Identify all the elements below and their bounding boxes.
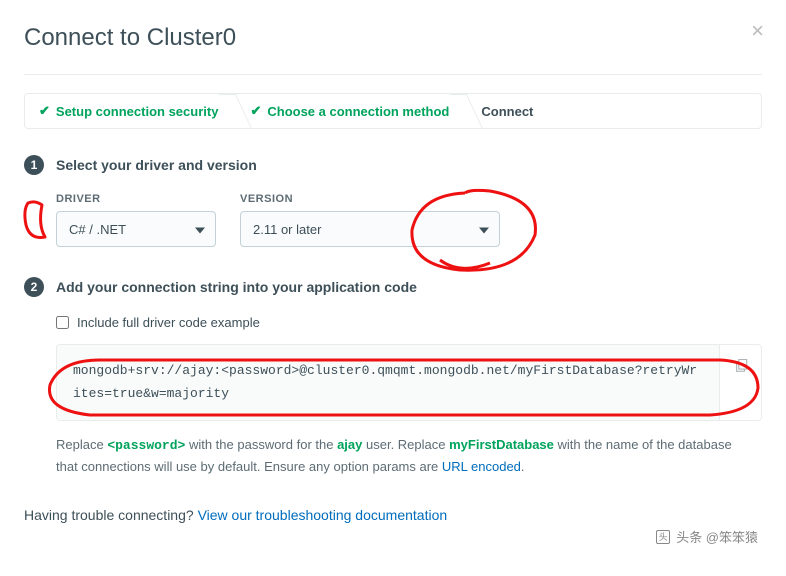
chevron-down-icon bbox=[479, 222, 489, 237]
driver-field: DRIVER C# / .NET bbox=[56, 193, 216, 247]
breadcrumb-step-security[interactable]: ✔ Setup connection security bbox=[25, 94, 236, 128]
watermark-logo-icon: 头 bbox=[656, 530, 670, 544]
step-1-header: 1 Select your driver and version bbox=[24, 155, 762, 175]
connection-string-container: mongodb+srv://ajay:<password>@cluster0.q… bbox=[56, 344, 762, 421]
include-driver-code-label: Include full driver code example bbox=[77, 315, 260, 330]
step-title: Select your driver and version bbox=[56, 157, 257, 173]
breadcrumb-label: Choose a connection method bbox=[267, 104, 449, 119]
step-number-badge: 2 bbox=[24, 277, 44, 297]
driver-value: C# / .NET bbox=[69, 222, 126, 237]
close-icon[interactable]: × bbox=[751, 18, 764, 44]
include-driver-code-checkbox[interactable] bbox=[56, 316, 69, 329]
trouble-label: Having trouble connecting? bbox=[24, 507, 198, 523]
connect-modal: × Connect to Cluster0 ✔ Setup connection… bbox=[0, 0, 786, 547]
chevron-down-icon bbox=[195, 222, 205, 237]
trouble-row: Having trouble connecting? View our trou… bbox=[24, 507, 762, 523]
driver-select[interactable]: C# / .NET bbox=[56, 211, 216, 247]
troubleshooting-link[interactable]: View our troubleshooting documentation bbox=[198, 507, 448, 523]
version-field: VERSION 2.11 or later bbox=[240, 193, 500, 247]
check-icon: ✔ bbox=[39, 103, 50, 119]
url-encoded-link[interactable]: URL encoded bbox=[442, 459, 521, 474]
watermark: 头 头条 @笨笨猿 bbox=[656, 527, 758, 546]
step-number-badge: 1 bbox=[24, 155, 44, 175]
step-2-header: 2 Add your connection string into your a… bbox=[24, 277, 762, 297]
include-driver-code-row: Include full driver code example bbox=[56, 315, 762, 330]
db-name: myFirstDatabase bbox=[449, 437, 554, 452]
breadcrumb-label: Connect bbox=[481, 104, 533, 119]
version-value: 2.11 or later bbox=[253, 222, 321, 237]
breadcrumb: ✔ Setup connection security ✔ Choose a c… bbox=[24, 93, 762, 129]
helper-text: Replace <password> with the password for… bbox=[56, 435, 756, 478]
connection-string[interactable]: mongodb+srv://ajay:<password>@cluster0.q… bbox=[57, 345, 719, 420]
modal-title: Connect to Cluster0 bbox=[24, 24, 762, 52]
version-label: VERSION bbox=[240, 193, 500, 205]
driver-version-fields: DRIVER C# / .NET VERSION 2.11 or later bbox=[56, 193, 762, 247]
password-placeholder: <password> bbox=[107, 438, 185, 453]
watermark-text: 头条 @笨笨猿 bbox=[676, 527, 758, 546]
step-title: Add your connection string into your app… bbox=[56, 279, 417, 295]
breadcrumb-step-method[interactable]: ✔ Choose a connection method bbox=[236, 94, 467, 128]
version-select[interactable]: 2.11 or later bbox=[240, 211, 500, 247]
copy-icon bbox=[734, 359, 748, 373]
driver-label: DRIVER bbox=[56, 193, 216, 205]
breadcrumb-label: Setup connection security bbox=[56, 104, 219, 119]
db-user: ajay bbox=[337, 437, 362, 452]
check-icon: ✔ bbox=[250, 103, 261, 119]
copy-button[interactable] bbox=[719, 345, 761, 420]
divider bbox=[24, 74, 762, 75]
